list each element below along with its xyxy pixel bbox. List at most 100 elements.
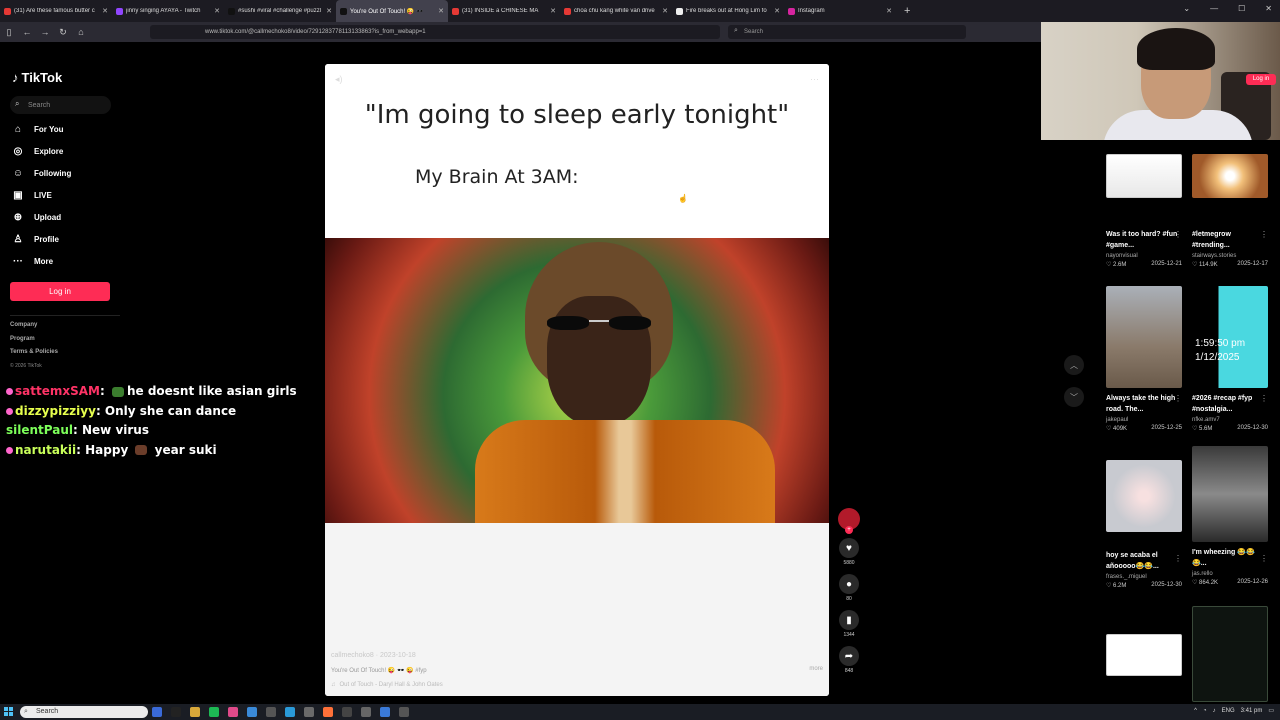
rec-thumbnail[interactable] [1106, 634, 1182, 676]
chevron-down-icon[interactable]: ⌄ [1183, 4, 1190, 13]
close-window-button[interactable]: ✕ [1265, 4, 1272, 13]
close-tab-icon[interactable]: ✕ [438, 7, 444, 15]
app-icon[interactable] [228, 707, 238, 717]
app-icon[interactable] [342, 707, 352, 717]
start-button[interactable] [4, 707, 14, 717]
rec-card[interactable] [1192, 606, 1268, 702]
app-icon[interactable] [266, 707, 276, 717]
rec-thumbnail[interactable] [1106, 460, 1182, 532]
next-video-button[interactable]: ﹀ [1064, 387, 1084, 407]
rec-card[interactable]: ⋮ hoy se acaba el añooooo😂😂... frases._.… [1106, 460, 1182, 589]
rec-card[interactable]: ⋮ Was it too hard? #fun #game... nayonvi… [1106, 154, 1182, 268]
footer-link[interactable]: Terms & Policies [10, 349, 58, 355]
mute-icon[interactable]: ◂) [335, 74, 347, 84]
spotify-icon[interactable] [209, 707, 219, 717]
browser-tab[interactable]: Instagram ✕ [784, 0, 896, 22]
sidebar-item-upload[interactable]: ⊕ Upload [12, 212, 61, 223]
browser-tab[interactable]: (31) INSIDE a CHINESE MA ✕ [448, 0, 560, 22]
browser-tab[interactable]: (31) Are these famous butter c ✕ [0, 0, 112, 22]
tiktok-logo[interactable]: ♪ TikTok [12, 70, 62, 85]
close-tab-icon[interactable]: ✕ [102, 7, 108, 15]
app-icon[interactable] [380, 707, 390, 717]
volume-icon[interactable]: ♪ [1213, 708, 1216, 714]
webcam-login-button[interactable]: Log in [1246, 74, 1276, 85]
caption-more-link[interactable]: more [809, 666, 823, 672]
close-tab-icon[interactable]: ✕ [550, 7, 556, 15]
browser-tab[interactable]: choa chu kang white van drive ✕ [560, 0, 672, 22]
more-options-icon[interactable]: ⋮ [1174, 230, 1182, 239]
app-icon[interactable] [304, 707, 314, 717]
rec-card[interactable]: ⋮ I'm wheezing 😂😂😂... jas.rello ♡ 864.2K… [1192, 446, 1268, 586]
close-tab-icon[interactable]: ✕ [662, 7, 668, 15]
more-options-icon[interactable]: ⋮ [1174, 394, 1182, 403]
comment-action[interactable]: ● 80 [837, 574, 861, 602]
browser-tab[interactable]: jinny singing AYAYA - Twitch ✕ [112, 0, 224, 22]
comment-icon[interactable]: ● [839, 574, 859, 594]
share-icon[interactable]: ➦ [839, 646, 859, 666]
browser-tab[interactable]: You're Out Of Touch! 😜 🕶️ ✕ [336, 0, 448, 22]
sidebar-item-for-you[interactable]: ⌂ For You [12, 124, 64, 135]
rec-card[interactable]: ⋮ #letmegrow #trending... stairways.stor… [1192, 154, 1268, 268]
rec-card[interactable]: 1:59:50 pm 1/12/2025 ⋮ #2026 #recap #fyp… [1192, 286, 1268, 432]
language-indicator[interactable]: ENG [1222, 708, 1235, 714]
sidebar-item-live[interactable]: ▣ LIVE [12, 190, 52, 201]
app-icon[interactable] [285, 707, 295, 717]
rec-thumbnail[interactable] [1192, 154, 1268, 198]
sidebar-search-input[interactable]: ⌕ Search [10, 96, 111, 114]
share-action[interactable]: ➦ 848 [837, 646, 861, 674]
previous-video-button[interactable]: ︿ [1064, 355, 1084, 375]
more-options-icon[interactable]: ⋮ [1260, 394, 1268, 403]
more-options-icon[interactable]: ⋮ [1174, 554, 1182, 563]
rec-card[interactable]: ⋮ Always take the high road. The... jake… [1106, 286, 1182, 432]
app-icon[interactable] [247, 707, 257, 717]
maximize-button[interactable]: ☐ [1238, 4, 1245, 13]
forward-button[interactable]: → [36, 27, 54, 37]
close-tab-icon[interactable]: ✕ [774, 7, 780, 15]
creator-avatar[interactable]: + [838, 508, 860, 534]
footer-link[interactable]: Company [10, 322, 37, 328]
follow-plus-icon[interactable]: + [845, 526, 853, 534]
login-button[interactable]: Log in [10, 282, 110, 301]
video-author[interactable]: callmechoko8 · 2023-10-18 [331, 652, 811, 659]
sidebar-item-more[interactable]: ··· More [12, 256, 53, 267]
new-tab-button[interactable]: + [896, 5, 918, 17]
video-music[interactable]: ♫ Out of Touch - Daryl Hall & John Oates [331, 682, 811, 688]
heart-icon[interactable]: ♥ [839, 538, 859, 558]
close-tab-icon[interactable]: ✕ [886, 7, 892, 15]
url-bar[interactable]: www.tiktok.com/@callmechoko8/video/72912… [150, 25, 720, 39]
wifi-icon[interactable]: ◔ [1203, 708, 1207, 714]
rec-thumbnail[interactable] [1192, 606, 1268, 702]
notification-icon[interactable]: ▭ [1268, 707, 1274, 714]
browser-tab[interactable]: #sushi #viral #challenge #puzzl ✕ [224, 0, 336, 22]
folder-icon[interactable] [190, 707, 200, 717]
close-tab-icon[interactable]: ✕ [214, 7, 220, 15]
browser-tab[interactable]: Fire breaks out at Hong Lim fo ✕ [672, 0, 784, 22]
clock[interactable]: 3:41 pm [1241, 708, 1263, 714]
app-icon[interactable] [399, 707, 409, 717]
firefox-icon[interactable] [323, 707, 333, 717]
bookmark-icon[interactable]: ▮ [839, 610, 859, 630]
app-icon[interactable] [152, 707, 162, 717]
sidebar-item-following[interactable]: ☺ Following [12, 168, 71, 179]
rec-thumbnail[interactable]: 1:59:50 pm 1/12/2025 [1192, 286, 1268, 388]
sidebar-item-profile[interactable]: ♙ Profile [12, 234, 59, 245]
reload-button[interactable]: ↻ [54, 27, 72, 38]
more-options-icon[interactable]: ⋮ [1260, 230, 1268, 239]
save-action[interactable]: ▮ 1344 [837, 610, 861, 638]
app-icon[interactable] [171, 707, 181, 717]
rec-thumbnail[interactable] [1106, 154, 1182, 198]
footer-link[interactable]: Program [10, 336, 35, 342]
sidebar-item-explore[interactable]: ◎ Explore [12, 146, 64, 157]
sidebar-toggle-icon[interactable]: ▯ [0, 27, 18, 38]
like-action[interactable]: ♥ 5880 [837, 538, 861, 566]
home-button[interactable]: ⌂ [72, 27, 90, 37]
more-options-icon[interactable]: ⋮ [1260, 554, 1268, 563]
browser-search-input[interactable]: ⌕ Search [728, 25, 966, 39]
chevron-up-icon[interactable]: ^ [1194, 708, 1197, 714]
rec-card[interactable] [1106, 634, 1182, 676]
rec-thumbnail[interactable] [1192, 446, 1268, 542]
minimize-button[interactable]: — [1210, 4, 1218, 13]
more-options-icon[interactable]: ··· [810, 74, 819, 84]
back-button[interactable]: ← [18, 27, 36, 37]
app-icon[interactable] [361, 707, 371, 717]
